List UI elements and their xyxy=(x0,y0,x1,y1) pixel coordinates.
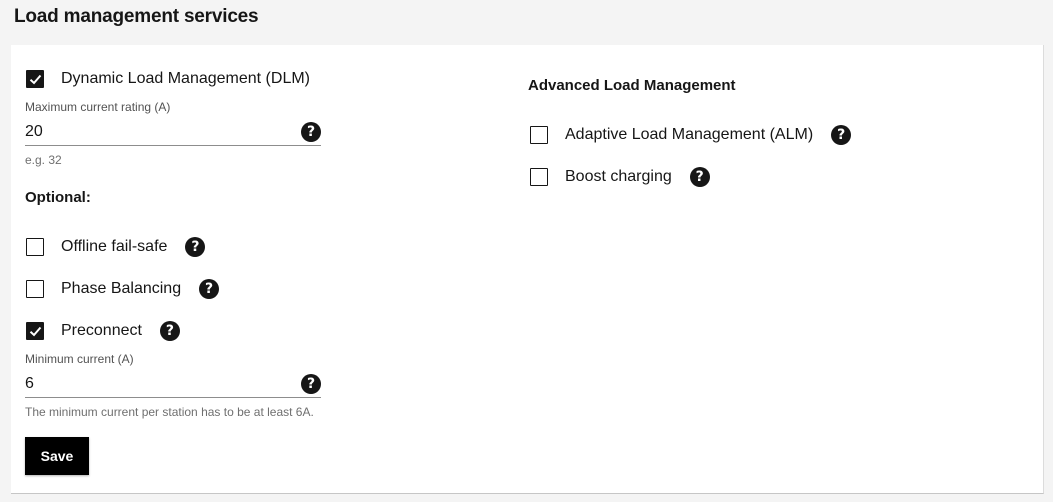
preconnect-row[interactable]: Preconnect ? xyxy=(26,320,180,342)
phase-balancing-label: Phase Balancing xyxy=(61,280,182,297)
help-icon[interactable]: ? xyxy=(689,167,710,187)
checkmark-icon xyxy=(29,326,41,336)
load-management-card: Dynamic Load Management (DLM) Maximum cu… xyxy=(11,45,1044,494)
alm-row[interactable]: Adaptive Load Management (ALM) ? xyxy=(530,124,852,146)
checkmark-icon xyxy=(29,74,41,84)
save-button[interactable]: Save xyxy=(25,437,89,475)
preconnect-checkbox[interactable] xyxy=(26,322,44,340)
dlm-checkbox[interactable] xyxy=(26,70,44,88)
page-title: Load management services xyxy=(14,6,259,27)
min-current-label: Minimum current (A) xyxy=(25,352,134,366)
boost-charging-row[interactable]: Boost charging ? xyxy=(530,166,710,188)
min-current-helper: The minimum current per station has to b… xyxy=(25,405,314,419)
help-icon[interactable]: ? xyxy=(159,321,180,341)
max-current-helper: e.g. 32 xyxy=(25,153,62,167)
offline-failsafe-row[interactable]: Offline fail-safe ? xyxy=(26,236,206,258)
optional-heading: Optional: xyxy=(25,189,91,206)
preconnect-label: Preconnect xyxy=(61,322,142,339)
boost-charging-label: Boost charging xyxy=(565,168,672,185)
help-icon[interactable]: ? xyxy=(185,237,206,257)
dlm-checkbox-row[interactable]: Dynamic Load Management (DLM) xyxy=(26,68,310,90)
advanced-heading: Advanced Load Management xyxy=(528,77,736,94)
help-icon[interactable]: ? xyxy=(301,373,321,394)
offline-failsafe-label: Offline fail-safe xyxy=(61,238,168,255)
boost-charging-checkbox[interactable] xyxy=(530,168,548,186)
alm-checkbox[interactable] xyxy=(530,126,548,144)
dlm-label: Dynamic Load Management (DLM) xyxy=(61,70,310,87)
max-current-label: Maximum current rating (A) xyxy=(25,100,171,114)
min-current-input[interactable]: 6 ? xyxy=(25,370,321,398)
phase-balancing-checkbox[interactable] xyxy=(26,280,44,298)
offline-failsafe-checkbox[interactable] xyxy=(26,238,44,256)
alm-label: Adaptive Load Management (ALM) xyxy=(565,126,814,143)
max-current-value[interactable]: 20 xyxy=(25,123,43,141)
help-icon[interactable]: ? xyxy=(301,121,321,142)
min-current-value[interactable]: 6 xyxy=(25,375,34,393)
max-current-input[interactable]: 20 ? xyxy=(25,118,321,146)
help-icon[interactable]: ? xyxy=(199,279,220,299)
help-icon[interactable]: ? xyxy=(831,125,852,145)
phase-balancing-row[interactable]: Phase Balancing ? xyxy=(26,278,220,300)
